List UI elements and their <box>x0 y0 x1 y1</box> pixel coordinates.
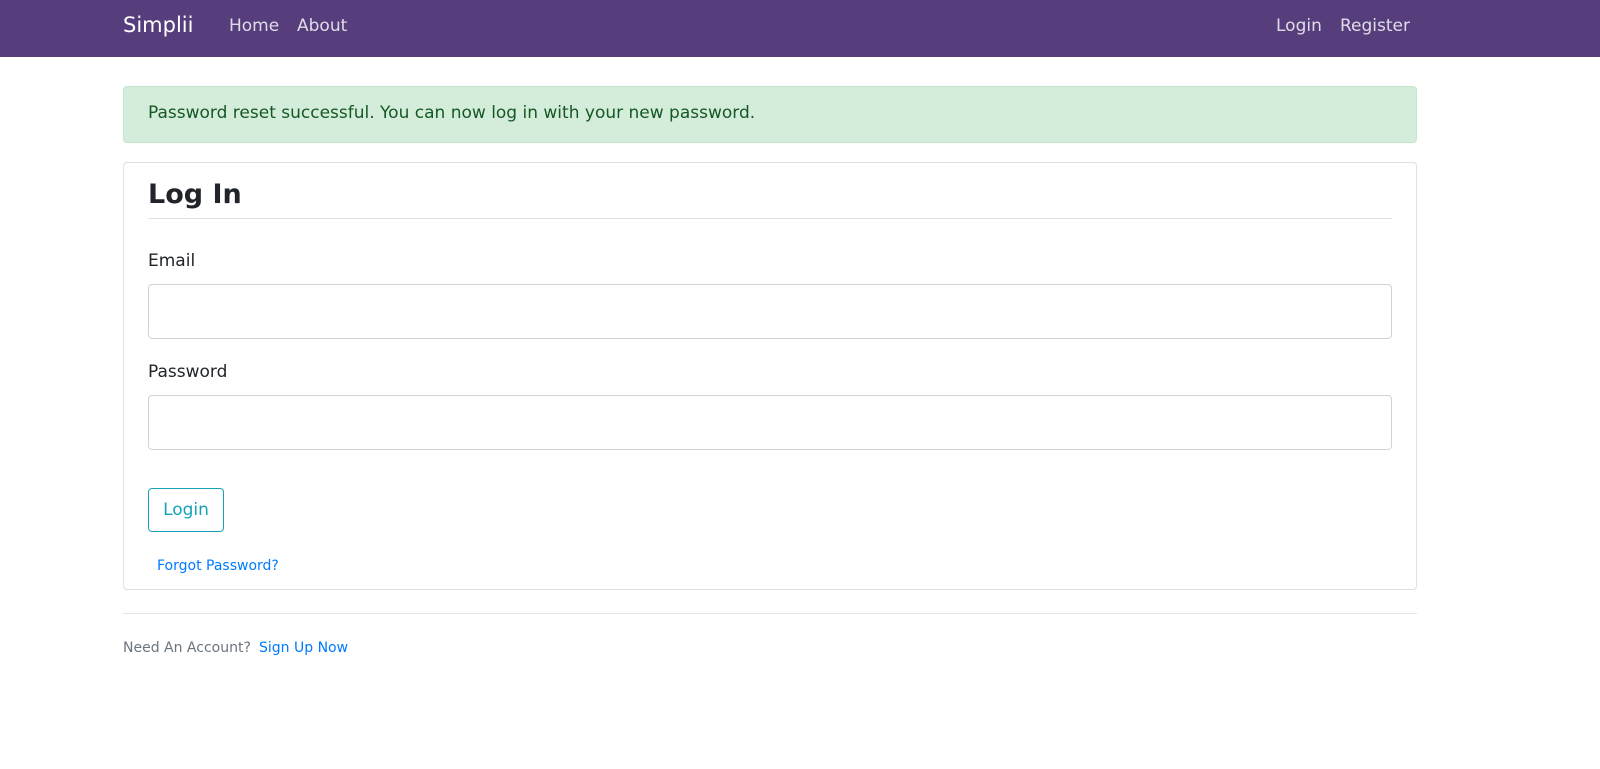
password-field[interactable] <box>148 395 1392 450</box>
login-card: Log In Email Password Login Forgot Passw… <box>123 162 1417 590</box>
nav-link-register[interactable]: Register <box>1340 16 1410 36</box>
email-label: Email <box>148 251 196 271</box>
nav-link-home[interactable]: Home <box>229 16 279 36</box>
nav-link-about[interactable]: About <box>297 16 347 36</box>
password-label: Password <box>148 362 228 382</box>
need-account-text: Need An Account? <box>123 640 251 656</box>
email-field[interactable] <box>148 284 1392 339</box>
forgot-password-link[interactable]: Forgot Password? <box>157 558 279 574</box>
title-divider <box>148 218 1392 219</box>
footer-divider <box>123 613 1417 614</box>
login-form-title: Log In <box>148 179 242 210</box>
sign-up-link[interactable]: Sign Up Now <box>259 640 348 656</box>
success-alert: Password reset successful. You can now l… <box>123 86 1417 143</box>
top-navbar: Simplii Home About Login Register <box>0 0 1600 57</box>
login-submit-button[interactable]: Login <box>148 488 224 532</box>
brand-logo-link[interactable]: Simplii <box>123 13 193 37</box>
nav-link-login[interactable]: Login <box>1276 16 1322 36</box>
